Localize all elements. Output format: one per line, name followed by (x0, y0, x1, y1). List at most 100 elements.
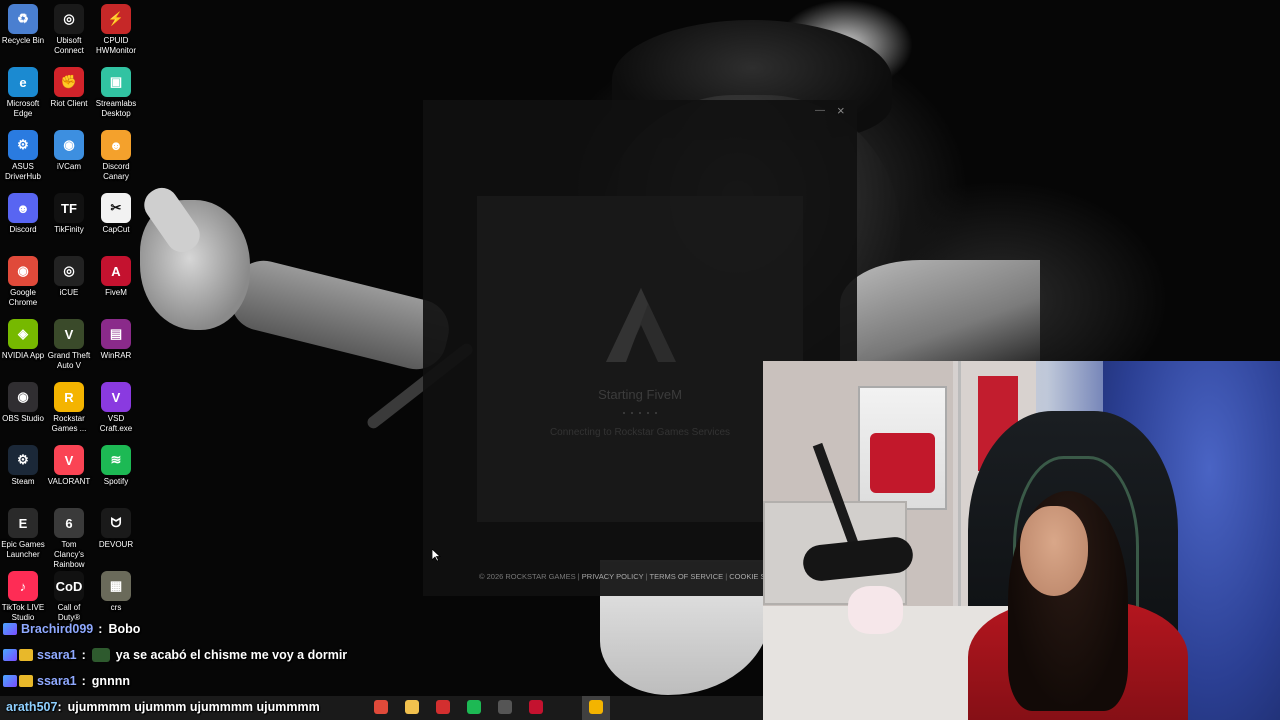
taskbar-file-explorer-icon[interactable] (405, 700, 419, 714)
ubisoft-icon: ◎ (54, 4, 84, 34)
tiktok-live-icon: ♪ (8, 571, 38, 601)
desktop-shortcut-label: VALORANT (47, 477, 91, 486)
terms-of-service-link[interactable]: TERMS OF SERVICE (649, 572, 723, 581)
desktop-shortcut[interactable]: CoD Call of Duty® (46, 567, 92, 623)
fivem-logo-icon (606, 288, 676, 362)
desktop-shortcut[interactable]: ◎ iCUE (46, 252, 92, 298)
desktop-shortcut-label: Steam (11, 477, 35, 486)
desktop-shortcut-label: DEVOUR (98, 540, 134, 549)
desktop-shortcut-label: iCUE (59, 288, 79, 297)
chat-message: ssara1 : ya se acabó el chisme me voy a … (0, 645, 347, 665)
asus-icon: ⚙ (8, 130, 38, 160)
chat-text: ya se acabó el chisme me voy a dormir (115, 648, 348, 662)
desktop-shortcut[interactable]: ♪ TikTok LIVE Studio (0, 567, 46, 623)
winrar-icon: ▤ (101, 319, 131, 349)
webcam-overlay (763, 361, 1280, 720)
chat-username: arath507 (6, 700, 58, 714)
edge-icon: e (8, 67, 38, 97)
desktop-shortcut[interactable]: ▤ WinRAR (93, 315, 139, 361)
taskbar-hwmonitor-icon[interactable] (436, 700, 450, 714)
desktop-shortcut[interactable]: ☻ Discord Canary (93, 126, 139, 182)
desktop-shortcut-label: Rockstar Games ... (51, 414, 87, 433)
desktop-shortcut[interactable]: V VSD Craft.exe (93, 378, 139, 434)
desktop-shortcut[interactable]: ◎ Ubisoft Connect (46, 0, 92, 56)
chat-username: ssara1 (37, 674, 77, 688)
streamlabs-icon: ▣ (101, 67, 131, 97)
taskbar-chrome-icon[interactable] (374, 700, 388, 714)
desktop-shortcut[interactable]: ᗢ DEVOUR (93, 504, 139, 550)
chat-text: gnnnn (91, 674, 130, 688)
desktop-shortcut[interactable]: ◉ OBS Studio (0, 378, 46, 424)
desktop-shortcut[interactable]: ♻ Recycle Bin (0, 0, 46, 46)
nvidia-icon: ◈ (8, 319, 38, 349)
desktop-shortcut[interactable]: ▦ crs (93, 567, 139, 613)
desktop-shortcut-label: Discord (9, 225, 37, 234)
badge-icon (19, 675, 33, 687)
chat-message: ssara1 : gnnnn (0, 671, 130, 691)
taskbar-rockstar-icon[interactable] (589, 700, 603, 714)
discord-icon: ☻ (8, 193, 38, 223)
recycle-bin-icon: ♻ (8, 4, 38, 34)
desktop-shortcut[interactable]: ◉ Google Chrome (0, 252, 46, 308)
tikfinity-icon: TF (54, 193, 84, 223)
taskbar-fivem-icon[interactable] (529, 700, 543, 714)
desktop-shortcut[interactable]: ⚡ CPUID HWMonitor (93, 0, 139, 56)
desktop-shortcut-label: Riot Client (50, 99, 88, 108)
desktop-shortcut-label: Spotify (103, 477, 129, 486)
chat-username: ssara1 (37, 648, 77, 662)
fivem-icon: A (101, 256, 131, 286)
taskbar-obs-icon[interactable] (498, 700, 512, 714)
webcam-plush-toy (848, 586, 903, 634)
webcam-poster (858, 386, 947, 510)
desktop-shortcut[interactable]: ⚙ Steam (0, 441, 46, 487)
chat-username: Brachird099 (21, 622, 94, 636)
desktop-shortcut[interactable]: ☻ Discord (0, 189, 46, 235)
wallpaper-shirt (840, 260, 1040, 370)
badge-icon (3, 623, 17, 635)
desktop-shortcut[interactable]: V VALORANT (46, 441, 92, 487)
desktop-shortcut-label: Google Chrome (8, 288, 38, 307)
cookie-link[interactable]: COOKIE S (729, 572, 765, 581)
desktop-shortcut-label: TikFinity (54, 225, 84, 234)
desktop-shortcut-label: NVIDIA App (1, 351, 45, 360)
desktop-shortcut[interactable]: A FiveM (93, 252, 139, 298)
desktop-shortcut[interactable]: R Rockstar Games ... (46, 378, 92, 434)
desktop-shortcut-label: crs (110, 603, 122, 612)
badge-icon (3, 649, 17, 661)
desktop-shortcut[interactable]: ≋ Spotify (93, 441, 139, 487)
call-of-duty-icon: CoD (54, 571, 84, 601)
loading-dots (623, 412, 657, 416)
desktop-shortcut-label: Recycle Bin (1, 36, 45, 45)
desktop-shortcut-label: CapCut (102, 225, 130, 234)
privacy-policy-link[interactable]: PRIVACY POLICY (582, 572, 644, 581)
taskbar-spotify-icon[interactable] (467, 700, 481, 714)
chat-text: ujummmm ujummm ujummmm ujummmm (67, 700, 320, 714)
desktop-shortcut-label: ASUS DriverHub (4, 162, 41, 181)
badge-icon (19, 649, 33, 661)
steam-icon: ⚙ (8, 445, 38, 475)
ivcam-icon: ◉ (54, 130, 84, 160)
desktop-shortcut-label: CPUID HWMonitor (95, 36, 136, 55)
desktop-shortcut[interactable]: ⚙ ASUS DriverHub (0, 126, 46, 182)
desktop-shortcut[interactable]: ✂ CapCut (93, 189, 139, 235)
minimize-icon[interactable]: — (815, 105, 825, 116)
spotify-icon: ≋ (101, 445, 131, 475)
desktop-shortcut[interactable]: TF TikFinity (46, 189, 92, 235)
discord-canary-icon: ☻ (101, 130, 131, 160)
desktop-shortcut[interactable]: E Epic Games Launcher (0, 504, 46, 560)
chrome-icon: ◉ (8, 256, 38, 286)
wallpaper-arm (224, 254, 456, 376)
desktop-shortcut-label: Epic Games Launcher (1, 540, 45, 559)
chat-message: Brachird099 : Bobo (0, 619, 140, 639)
desktop-shortcut[interactable]: ◈ NVIDIA App (0, 315, 46, 361)
desktop-shortcut[interactable]: ▣ Streamlabs Desktop (93, 63, 139, 119)
epic-icon: E (8, 508, 38, 538)
capcut-icon: ✂ (101, 193, 131, 223)
desktop-shortcut[interactable]: e Microsoft Edge (0, 63, 46, 119)
desktop-shortcut[interactable]: ◉ iVCam (46, 126, 92, 172)
riot-icon: ✊ (54, 67, 84, 97)
desktop-shortcut[interactable]: V Grand Theft Auto V (46, 315, 92, 371)
close-icon[interactable]: × (837, 103, 845, 118)
desktop-shortcut[interactable]: ✊ Riot Client (46, 63, 92, 109)
desktop-icon-grid: ♻ Recycle Bin ◎ Ubisoft Connect ⚡ CPUID HWMon… (0, 0, 140, 625)
